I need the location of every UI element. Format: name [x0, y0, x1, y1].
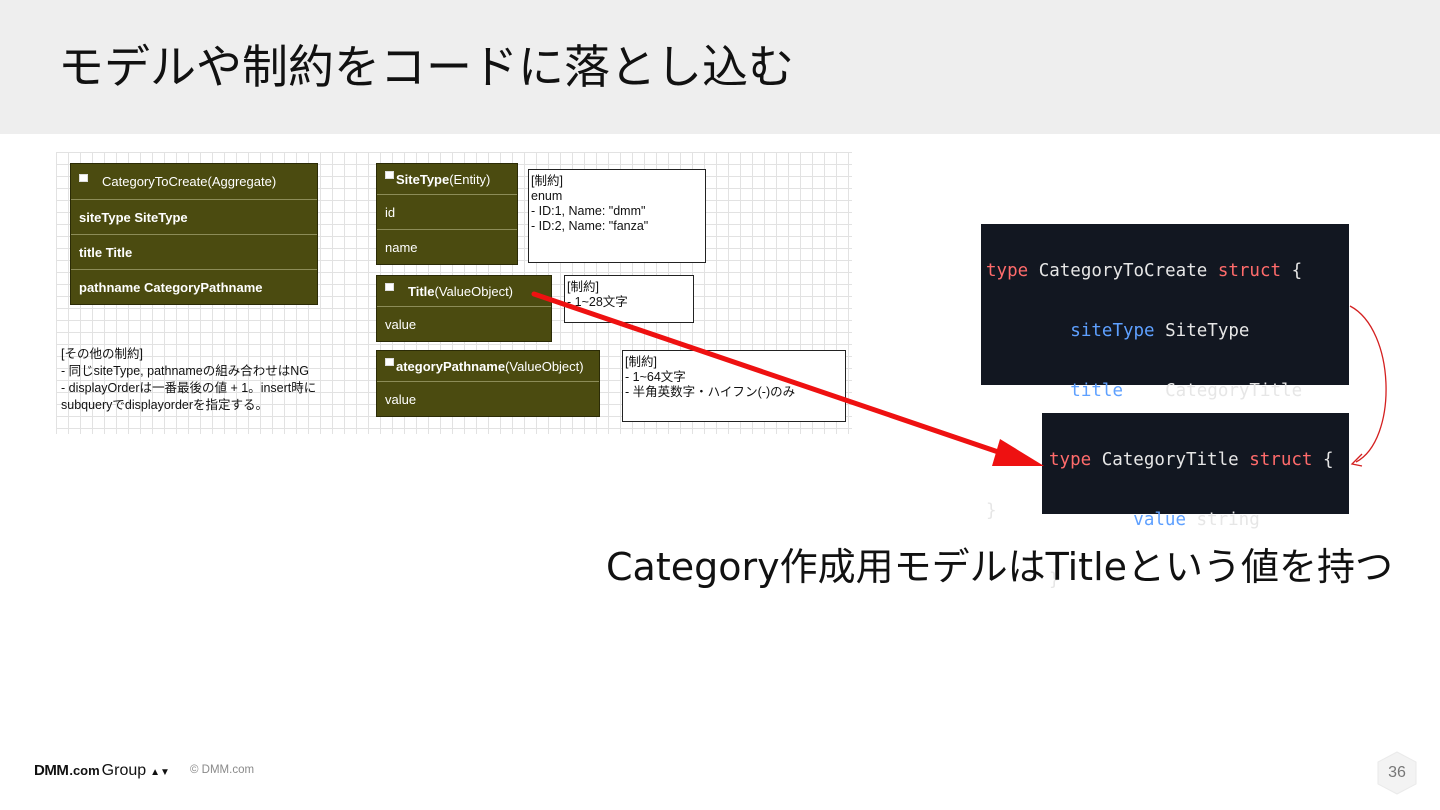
pathname-note: [制約] - 1~64文字 - 半角英数字・ハイフン(-)のみ [622, 350, 846, 422]
sitetype-entity-box: SiteType (Entity) id name [376, 163, 518, 265]
title-bar: モデルや制約をコードに落とし込む [0, 0, 1440, 134]
code-line: siteType SiteType [986, 316, 1349, 346]
note-line: - 半角英数字・ハイフン(-)のみ [625, 385, 796, 399]
collapse-icon[interactable] [385, 358, 394, 366]
note-line: [制約] [531, 174, 563, 188]
code-keyword: type [986, 261, 1029, 281]
code-block-category-to-create: type CategoryToCreate struct { siteType … [981, 224, 1349, 521]
code-field-name: siteType [1070, 321, 1155, 341]
title-vo-stereotype: (ValueObject) [434, 283, 514, 299]
code-line: value string [1049, 505, 1349, 535]
curved-connector-head [1350, 453, 1363, 467]
collapse-icon[interactable] [385, 283, 394, 291]
aggregate-field: siteType SiteType [71, 199, 317, 234]
dmm-group-logo: DMM .com Group ▲▼ [34, 762, 170, 780]
pathname-vo-stereotype: (ValueObject) [505, 358, 584, 374]
slide-title: モデルや制約をコードに落とし込む [58, 40, 794, 94]
code-brace: { [1291, 261, 1303, 281]
title-vo-field: value [377, 306, 551, 341]
logo-dmm: DMM [34, 762, 69, 779]
code-field-type: CategoryTitle [1165, 381, 1303, 401]
code-keyword: struct [1217, 261, 1282, 281]
note-line: [制約] [625, 355, 657, 369]
collapse-icon[interactable] [79, 173, 88, 182]
sitetype-note: [制約] enum - ID:1, Name: "dmm" - ID:2, Na… [528, 169, 706, 263]
code-type-name: CategoryToCreate [1038, 261, 1208, 281]
sitetype-field: name [377, 229, 517, 264]
pathname-vo-header: ategoryPathname (ValueObject) [377, 351, 599, 381]
code-line: title CategoryTitle [986, 376, 1349, 406]
aggregate-header: CategoryToCreate(Aggregate) [71, 164, 317, 199]
constraint-line: - 同じsiteType, pathnameの組み合わせはNG [61, 364, 309, 378]
code-field-type: SiteType [1165, 321, 1250, 341]
constraint-line: - displayOrderは一番最後の値 + 1。insert時に [61, 381, 317, 395]
aggregate-box: CategoryToCreate(Aggregate) siteType Sit… [70, 163, 318, 305]
code-field-type: string [1196, 510, 1260, 530]
aggregate-field: title Title [71, 234, 317, 269]
aggregate-name: CategoryToCreate(Aggregate) [102, 174, 277, 189]
note-line: enum [531, 189, 563, 203]
logo-group: Group [101, 762, 147, 779]
sitetype-name: SiteType [396, 171, 450, 187]
pathname-valueobject-box: ategoryPathname (ValueObject) value [376, 350, 600, 417]
title-valueobject-box: Title (ValueObject) value [376, 275, 552, 342]
code-field-name: value [1133, 510, 1186, 530]
uml-diagram: CategoryToCreate(Aggregate) siteType Sit… [56, 152, 852, 434]
note-line: - ID:1, Name: "dmm" [531, 204, 646, 218]
sitetype-stereotype: (Entity) [449, 171, 491, 187]
note-line: - ID:2, Name: "fanza" [531, 219, 649, 233]
slide-subtitle: Category作成用モデルはTitleという値を持つ [606, 545, 1394, 589]
code-keyword: type [1049, 450, 1092, 470]
note-line: - 1~28文字 [567, 295, 628, 309]
note-line: - 1~64文字 [625, 370, 686, 384]
curved-connector [1349, 305, 1387, 463]
note-line: [制約] [567, 280, 599, 294]
constraint-line: subqueryでdisplayorderを指定する。 [61, 398, 269, 412]
code-keyword: struct [1249, 450, 1313, 470]
title-vo-name: Title [408, 283, 435, 299]
code-block-category-title: type CategoryTitle struct { value string… [1042, 413, 1349, 590]
title-note: [制約] - 1~28文字 [564, 275, 694, 323]
pathname-vo-field: value [377, 381, 599, 416]
code-line: type CategoryToCreate struct { [986, 256, 1349, 286]
code-brace: { [1322, 450, 1334, 470]
sitetype-header: SiteType (Entity) [377, 164, 517, 194]
sitetype-field: id [377, 194, 517, 229]
logo-com: .com [69, 763, 100, 778]
code-line: type CategoryTitle struct { [1049, 445, 1349, 475]
title-vo-header: Title (ValueObject) [377, 276, 551, 306]
code-field-name: title [1070, 381, 1155, 401]
copyright: © DMM.com [190, 764, 255, 776]
code-type-name: CategoryTitle [1101, 450, 1239, 470]
constraint-line: [その他の制約] [61, 347, 143, 361]
collapse-icon[interactable] [385, 171, 394, 179]
pathname-vo-name: ategoryPathname [396, 358, 506, 374]
page-number: 36 [1388, 764, 1406, 781]
logo-mark-icon: ▲▼ [150, 767, 170, 778]
aggregate-field: pathname CategoryPathname [71, 269, 317, 304]
other-constraints: [その他の制約] - 同じsiteType, pathnameの組み合わせはNG… [61, 346, 316, 414]
